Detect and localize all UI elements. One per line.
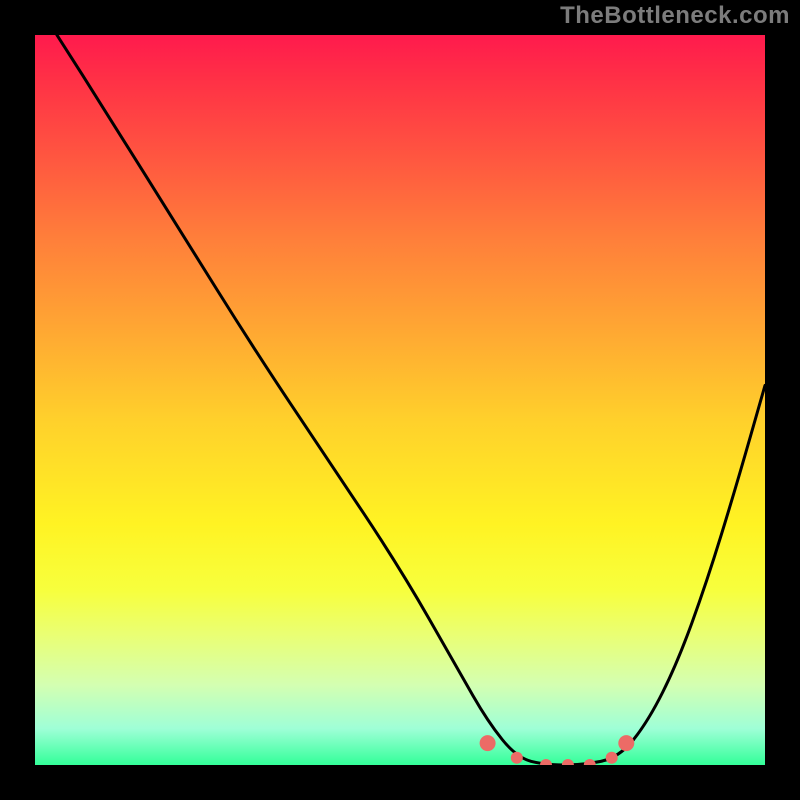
curve-layer: [35, 35, 765, 765]
highlight-marker: [562, 759, 574, 765]
highlight-marker: [606, 752, 618, 764]
chart-frame: TheBottleneck.com: [0, 0, 800, 800]
highlight-marker: [584, 759, 596, 765]
bottleneck-curve: [57, 35, 765, 765]
highlight-marker: [618, 735, 634, 751]
highlight-marker: [511, 752, 523, 764]
watermark-text: TheBottleneck.com: [560, 2, 790, 30]
highlight-marker: [540, 759, 552, 765]
highlight-marker: [480, 735, 496, 751]
